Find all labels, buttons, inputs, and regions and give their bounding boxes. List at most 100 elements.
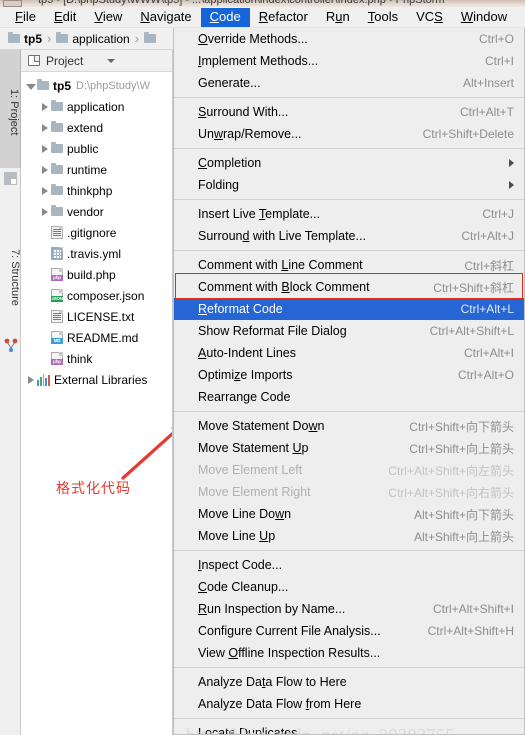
menu-item-implement-methods[interactable]: Implement Methods... Ctrl+I [174, 50, 524, 72]
tree-item[interactable]: .travis.yml [21, 243, 172, 264]
file-text-icon [51, 310, 63, 323]
project-toolwindow-icon[interactable] [4, 172, 17, 185]
menu-item-label: Code Cleanup... [198, 580, 289, 594]
menu-item-inspect-code[interactable]: Inspect Code... [174, 554, 524, 576]
menu-item-auto-indent-lines[interactable]: Auto-Indent Lines Ctrl+Alt+I [174, 342, 524, 364]
menu-item-label: View Offline Inspection Results... [198, 646, 381, 660]
menu-item-label: Analyze Data Flow from Here [198, 697, 362, 711]
menu-item-code-cleanup[interactable]: Code Cleanup... [174, 576, 524, 598]
menu-item-move-element-left: Move Element Left Ctrl+Alt+Shift+向左箭头 [174, 459, 524, 481]
menu-item-view-offline-inspection-results[interactable]: View Offline Inspection Results... [174, 642, 524, 664]
menu-item-label: Comment with Block Comment [198, 280, 370, 294]
tree-item[interactable]: MD README.md [21, 327, 172, 348]
menubar-item-tools[interactable]: Tools [359, 8, 407, 27]
menubar-item-navigate[interactable]: Navigate [131, 8, 200, 27]
tree-item[interactable]: thinkphp [21, 180, 172, 201]
menubar-item-view[interactable]: View [85, 8, 131, 27]
menu-item-run-inspection-by-name[interactable]: Run Inspection by Name... Ctrl+Alt+Shift+… [174, 598, 524, 620]
menubar-item-code[interactable]: Code [200, 7, 250, 27]
tree-item[interactable]: extend [21, 117, 172, 138]
menu-separator [174, 550, 524, 551]
menubar-item-run[interactable]: Run [317, 8, 359, 27]
structure-toolwindow-icon[interactable] [4, 338, 18, 352]
project-tree: tp5 D:\phpStudy\W application extend public r… [21, 72, 172, 390]
menu-item-label: Unwrap/Remove... [198, 127, 302, 141]
menu-item-reformat-code[interactable]: Reformat Code Ctrl+Alt+L [174, 298, 524, 320]
menubar-item-file[interactable]: File [6, 8, 45, 27]
tree-item-label: public [67, 141, 99, 156]
menu-item-move-line-up[interactable]: Move Line Up Alt+Shift+向上箭头 [174, 525, 524, 547]
menu-item-move-line-down[interactable]: Move Line Down Alt+Shift+向下箭头 [174, 503, 524, 525]
tree-item[interactable]: .gitignore [21, 222, 172, 243]
window-title-bar: tp5 - [D:\phpStudy\WWW\tp5] - ...\applic… [0, 0, 525, 7]
menu-separator [174, 148, 524, 149]
menu-item-shortcut: Alt+Shift+向下箭头 [413, 507, 514, 522]
menu-item-show-reformat-file-dialog[interactable]: Show Reformat File Dialog Ctrl+Alt+Shift+… [174, 320, 524, 342]
menubar-item-window[interactable]: Window [452, 8, 516, 27]
chevron-right-icon[interactable] [39, 143, 50, 154]
menu-item-insert-live-template[interactable]: Insert Live Template... Ctrl+J [174, 203, 524, 225]
tree-item[interactable]: php think [21, 348, 172, 369]
tree-item-label: LICENSE.txt [67, 309, 135, 324]
system-menu-icon[interactable] [3, 0, 22, 7]
chevron-right-icon[interactable] [39, 164, 50, 175]
menu-bar: File Edit View Navigate Code Refactor Run Tools… [0, 7, 525, 28]
chevron-down-icon[interactable] [25, 80, 36, 91]
menu-item-label: Completion [198, 156, 262, 170]
menu-item-move-statement-up[interactable]: Move Statement Up Ctrl+Shift+向上箭头 [174, 437, 524, 459]
chevron-down-icon[interactable] [107, 58, 116, 63]
menu-item-generate[interactable]: Generate... Alt+Insert [174, 72, 524, 94]
menu-item-shortcut: Ctrl+Alt+Shift+L [429, 324, 514, 338]
menu-item-override-methods[interactable]: Override Methods... Ctrl+O [174, 28, 524, 50]
menu-item-analyze-data-flow-from-here[interactable]: Analyze Data Flow from Here [174, 693, 524, 715]
breadcrumb-item[interactable] [144, 32, 157, 43]
chevron-right-icon[interactable] [39, 122, 50, 133]
tree-item[interactable]: External Libraries [21, 369, 172, 390]
chevron-right-icon[interactable] [39, 206, 50, 217]
sidebar-item-project[interactable]: 1: Project [0, 50, 21, 168]
tree-item[interactable]: vendor [21, 201, 172, 222]
menu-item-comment-with-block-comment[interactable]: Comment with Block Comment Ctrl+Shift+斜杠 [174, 276, 524, 298]
menu-item-completion[interactable]: Completion [174, 152, 524, 174]
breadcrumb-label: application [72, 31, 130, 46]
menu-item-optimize-imports[interactable]: Optimize Imports Ctrl+Alt+O [174, 364, 524, 386]
menu-item-folding[interactable]: Folding [174, 174, 524, 196]
menu-item-label: Surround With... [198, 105, 289, 119]
window-title-text: tp5 - [D:\phpStudy\WWW\tp5] - ...\applic… [38, 0, 445, 6]
tree-item[interactable]: LICENSE.txt [21, 306, 172, 327]
menubar-item-help[interactable]: Help [516, 8, 525, 27]
chevron-right-icon[interactable] [39, 185, 50, 196]
menubar-item-edit[interactable]: Edit [45, 8, 85, 27]
menu-item-label: Auto-Indent Lines [198, 346, 296, 360]
tree-item-label: README.md [67, 330, 139, 345]
menu-item-surround-with-live-template[interactable]: Surround with Live Template... Ctrl+Alt+J [174, 225, 524, 247]
tree-item[interactable]: JSON composer.json [21, 285, 172, 306]
tree-item[interactable]: tp5 D:\phpStudy\W [21, 75, 172, 96]
menubar-item-refactor[interactable]: Refactor [250, 8, 317, 27]
menu-item-label: Surround with Live Template... [198, 229, 366, 243]
menu-separator [174, 250, 524, 251]
menu-item-analyze-data-flow-to-here[interactable]: Analyze Data Flow to Here [174, 671, 524, 693]
menu-item-unwrap-remove[interactable]: Unwrap/Remove... Ctrl+Shift+Delete [174, 123, 524, 145]
menu-separator [174, 667, 524, 668]
menu-item-surround-with[interactable]: Surround With... Ctrl+Alt+T [174, 101, 524, 123]
tree-item[interactable]: application [21, 96, 172, 117]
breadcrumb-item[interactable]: application [56, 31, 130, 46]
tree-item[interactable]: runtime [21, 159, 172, 180]
sidebar-item-structure[interactable]: 7: Structure [0, 215, 21, 333]
menu-item-move-statement-down[interactable]: Move Statement Down Ctrl+Shift+向下箭头 [174, 415, 524, 437]
menu-item-configure-current-file-analysis[interactable]: Configure Current File Analysis... Ctrl+A… [174, 620, 524, 642]
menu-item-shortcut: Ctrl+Alt+Shift+向右箭头 [388, 485, 514, 500]
chevron-right-icon[interactable] [39, 101, 50, 112]
submenu-arrow-icon [509, 159, 514, 167]
tree-item[interactable]: php build.php [21, 264, 172, 285]
breadcrumb-separator: › [47, 31, 52, 46]
tree-item[interactable]: public [21, 138, 172, 159]
menubar-item-vcs[interactable]: VCS [407, 8, 452, 27]
menu-item-comment-with-line-comment[interactable]: Comment with Line Comment Ctrl+斜杠 [174, 254, 524, 276]
breadcrumb-item[interactable]: tp5 [8, 32, 42, 46]
menu-item-rearrange-code[interactable]: Rearrange Code [174, 386, 524, 408]
chevron-right-icon[interactable] [25, 374, 36, 385]
